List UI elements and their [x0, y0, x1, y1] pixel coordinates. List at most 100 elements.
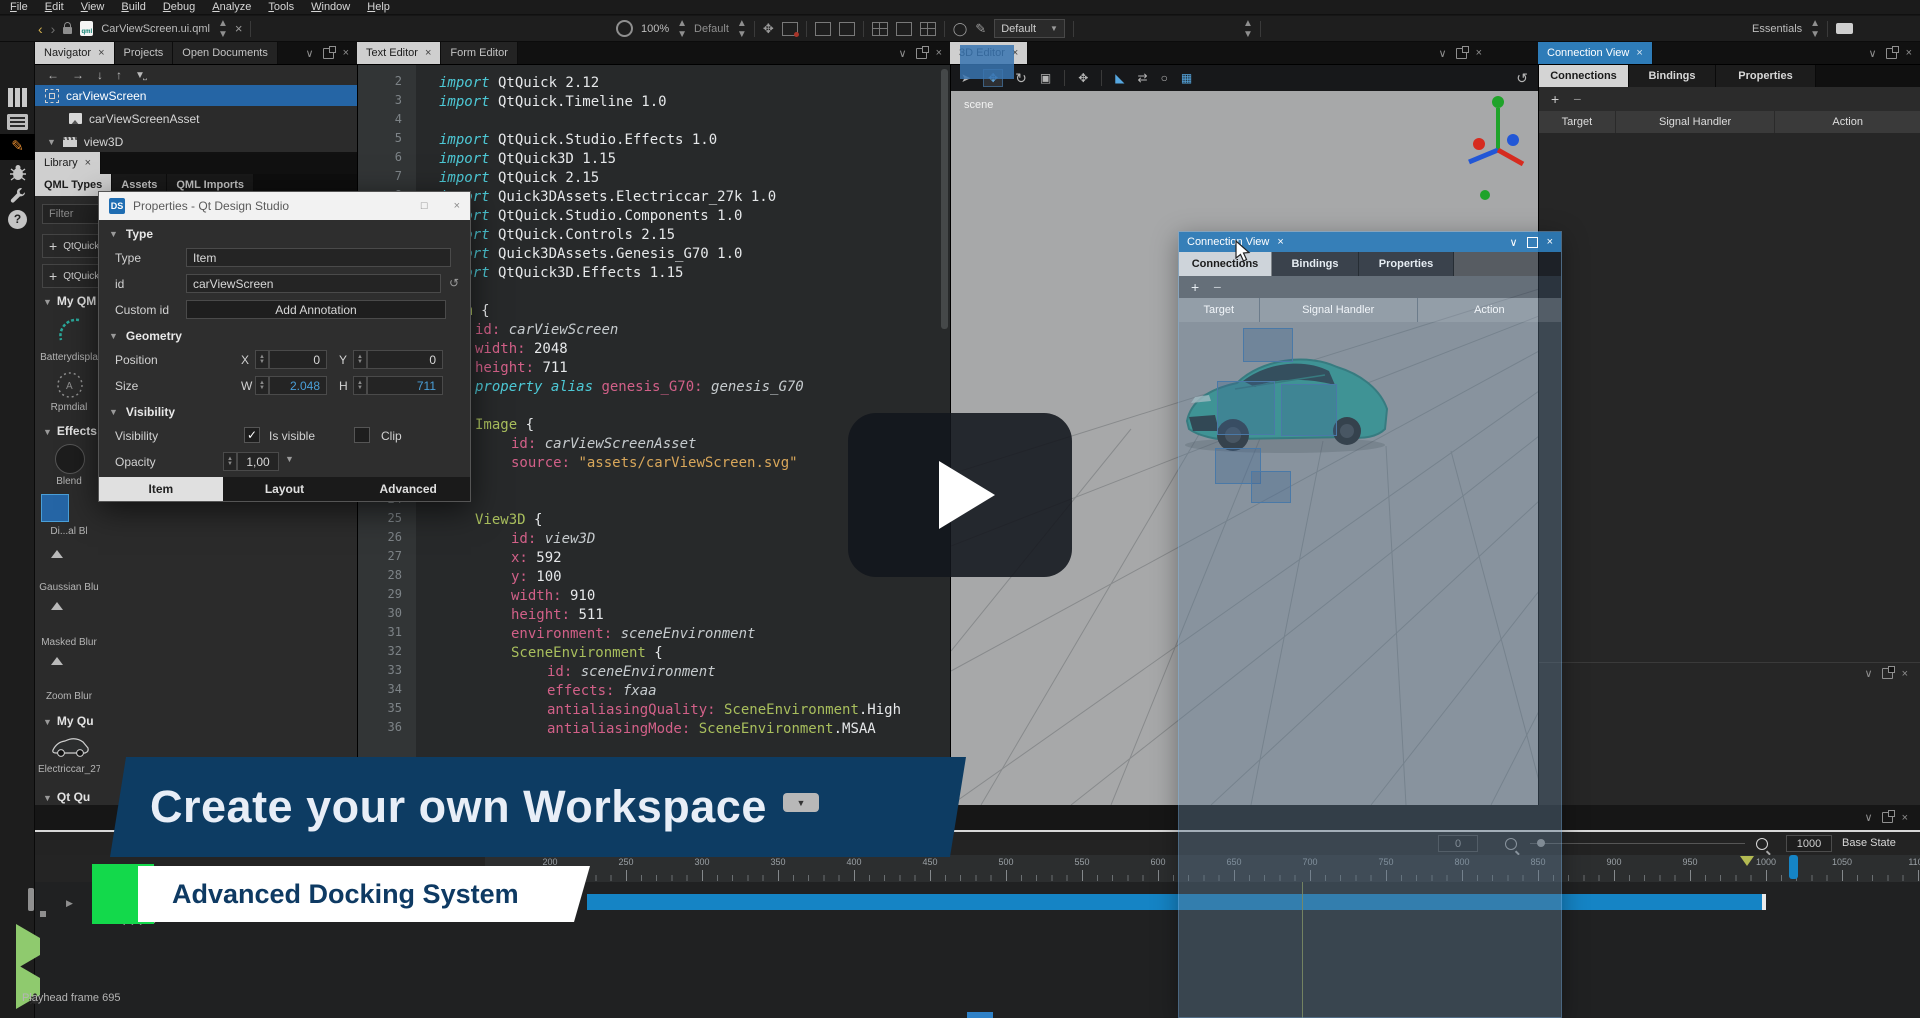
grid-toggle-icon[interactable]: ▦: [1181, 72, 1192, 84]
zoom-level[interactable]: 100%: [641, 23, 669, 35]
video-play-button[interactable]: [848, 413, 1072, 577]
zoom-icon[interactable]: [616, 20, 633, 37]
collapse-panel-icon[interactable]: ∨: [1510, 236, 1518, 249]
scale-tool-icon[interactable]: ▣: [1040, 72, 1051, 84]
tab-connections[interactable]: Connections: [1539, 65, 1629, 87]
w-stepper[interactable]: ▲▼: [255, 376, 269, 395]
menu-tools[interactable]: Tools: [268, 1, 294, 13]
close-panel-icon[interactable]: ×: [1547, 236, 1553, 248]
orientation-icon[interactable]: ⇄: [1138, 72, 1148, 84]
tab-properties[interactable]: Properties: [1716, 65, 1816, 87]
pan-tool-icon[interactable]: ✥: [763, 22, 774, 35]
menu-file[interactable]: File: [10, 1, 28, 13]
section-type[interactable]: ▼ Type: [99, 222, 470, 246]
tab-layout[interactable]: Layout: [223, 477, 347, 501]
end-frame-marker[interactable]: [1789, 855, 1798, 879]
move-down-icon[interactable]: ↓: [97, 68, 103, 82]
opacity-field[interactable]: 1,00: [237, 452, 279, 471]
move-within-icon[interactable]: [839, 22, 855, 36]
tools-mode-icon[interactable]: [0, 186, 35, 209]
zoom-in-icon[interactable]: [1756, 837, 1768, 855]
maximize-icon[interactable]: □: [421, 200, 428, 212]
close-document-icon[interactable]: ×: [235, 22, 243, 35]
x-stepper[interactable]: ▲▼: [255, 350, 269, 369]
column-signal-handler[interactable]: Signal Handler: [1260, 298, 1418, 322]
properties-dialog[interactable]: DS Properties - Qt Design Studio □ × ▼ T…: [98, 191, 471, 502]
camera-mode-icon[interactable]: ◣: [1115, 72, 1124, 84]
column-target[interactable]: Target: [1539, 111, 1616, 133]
remove-connection-icon[interactable]: −: [1213, 279, 1221, 295]
close-icon[interactable]: ×: [425, 47, 431, 59]
feedback-icon[interactable]: [1836, 23, 1853, 34]
tab-properties[interactable]: Properties: [1359, 252, 1454, 276]
editor-scrollbar[interactable]: [941, 69, 948, 329]
h-stepper[interactable]: ▲▼: [353, 376, 367, 395]
state-button[interactable]: Base State: [1842, 837, 1896, 849]
document-stepper-icon[interactable]: ▲▼: [218, 18, 227, 40]
show-grid-icon[interactable]: [920, 22, 936, 36]
splitter-handle[interactable]: ▼: [783, 793, 819, 812]
close-panel-icon[interactable]: ×: [1476, 47, 1482, 59]
help-icon[interactable]: ?: [0, 210, 35, 229]
add-connection-icon[interactable]: +: [1191, 279, 1199, 295]
expand-icon[interactable]: ▼: [47, 137, 56, 147]
opacity-stepper[interactable]: ▲▼: [223, 452, 237, 471]
tab-connections[interactable]: Connections: [1179, 252, 1272, 276]
run-button[interactable]: [16, 938, 40, 956]
tree-item-view3d[interactable]: ▼ view3D: [35, 131, 357, 152]
section-qt-quick[interactable]: ▼Qt Qu: [43, 790, 90, 804]
close-panel-icon[interactable]: ×: [343, 47, 349, 59]
y-stepper[interactable]: ▲▼: [353, 350, 367, 369]
fit-view-icon[interactable]: ✥: [1078, 72, 1088, 84]
rotate-tool-icon[interactable]: ↻: [1015, 71, 1027, 85]
close-icon[interactable]: ×: [454, 200, 460, 212]
snap-items-icon[interactable]: [896, 22, 912, 36]
tab-advanced[interactable]: Advanced: [346, 477, 470, 501]
opacity-dropdown-icon[interactable]: ▼: [285, 454, 294, 464]
kit-expand-icon[interactable]: ▶: [66, 898, 73, 909]
y-field[interactable]: 0: [367, 350, 443, 369]
move-right-icon[interactable]: →: [72, 68, 84, 82]
close-icon[interactable]: ×: [98, 47, 104, 59]
w-field[interactable]: 2.048: [269, 376, 327, 395]
close-panel-icon[interactable]: ×: [936, 47, 942, 59]
tab-connection-view[interactable]: Connection View×: [1538, 42, 1653, 64]
style-selector[interactable]: Default▼: [994, 19, 1065, 38]
open-document-name[interactable]: CarViewScreen.ui.qml: [101, 23, 210, 35]
zoom-stepper-icon[interactable]: ▲▼: [677, 18, 686, 40]
float-panel-icon[interactable]: [1886, 48, 1897, 59]
tab-bindings[interactable]: Bindings: [1272, 252, 1359, 276]
move-left-icon[interactable]: ←: [47, 68, 59, 82]
collapse-panel-icon[interactable]: ∨: [1865, 811, 1873, 824]
blend-icon[interactable]: [55, 444, 85, 474]
batterydisplay-icon[interactable]: [53, 314, 89, 350]
move-up-icon[interactable]: ↑: [116, 68, 122, 82]
close-panel-icon[interactable]: ×: [1906, 47, 1912, 59]
close-icon[interactable]: ×: [1277, 236, 1283, 248]
end-frame-field[interactable]: 1000: [1786, 835, 1832, 852]
kit-selector-icon[interactable]: [28, 891, 34, 909]
section-geometry[interactable]: ▼ Geometry: [99, 324, 470, 348]
collapse-panel-icon[interactable]: ∨: [1869, 47, 1877, 60]
is-visible-checkbox[interactable]: ✓: [244, 427, 260, 443]
x-field[interactable]: 0: [269, 350, 327, 369]
h-field[interactable]: 711: [367, 376, 443, 395]
float-panel-icon[interactable]: [1527, 237, 1538, 248]
floating-connection-view[interactable]: Connection View × ∨ × Connections Bindin…: [1178, 231, 1562, 1018]
column-action[interactable]: Action: [1418, 298, 1561, 322]
dialog-titlebar[interactable]: DS Properties - Qt Design Studio □ ×: [99, 192, 470, 220]
menu-help[interactable]: Help: [367, 1, 390, 13]
design-mode-icon[interactable]: ✎: [0, 134, 35, 160]
menu-debug[interactable]: Debug: [163, 1, 195, 13]
section-visibility[interactable]: ▼ Visibility: [99, 400, 470, 424]
float-panel-icon[interactable]: [1882, 668, 1893, 679]
light-icon[interactable]: ○: [1161, 72, 1168, 84]
float-panel-icon[interactable]: [916, 48, 927, 59]
tab-form-editor[interactable]: Form Editor: [441, 42, 517, 64]
snap-grid-icon[interactable]: [872, 22, 888, 36]
state-stepper-icon[interactable]: ▲▼: [737, 18, 746, 40]
tab-library[interactable]: Library×: [35, 152, 101, 174]
id-field[interactable]: carViewScreen: [186, 274, 441, 293]
column-target[interactable]: Target: [1179, 298, 1260, 322]
menu-edit[interactable]: Edit: [45, 1, 64, 13]
